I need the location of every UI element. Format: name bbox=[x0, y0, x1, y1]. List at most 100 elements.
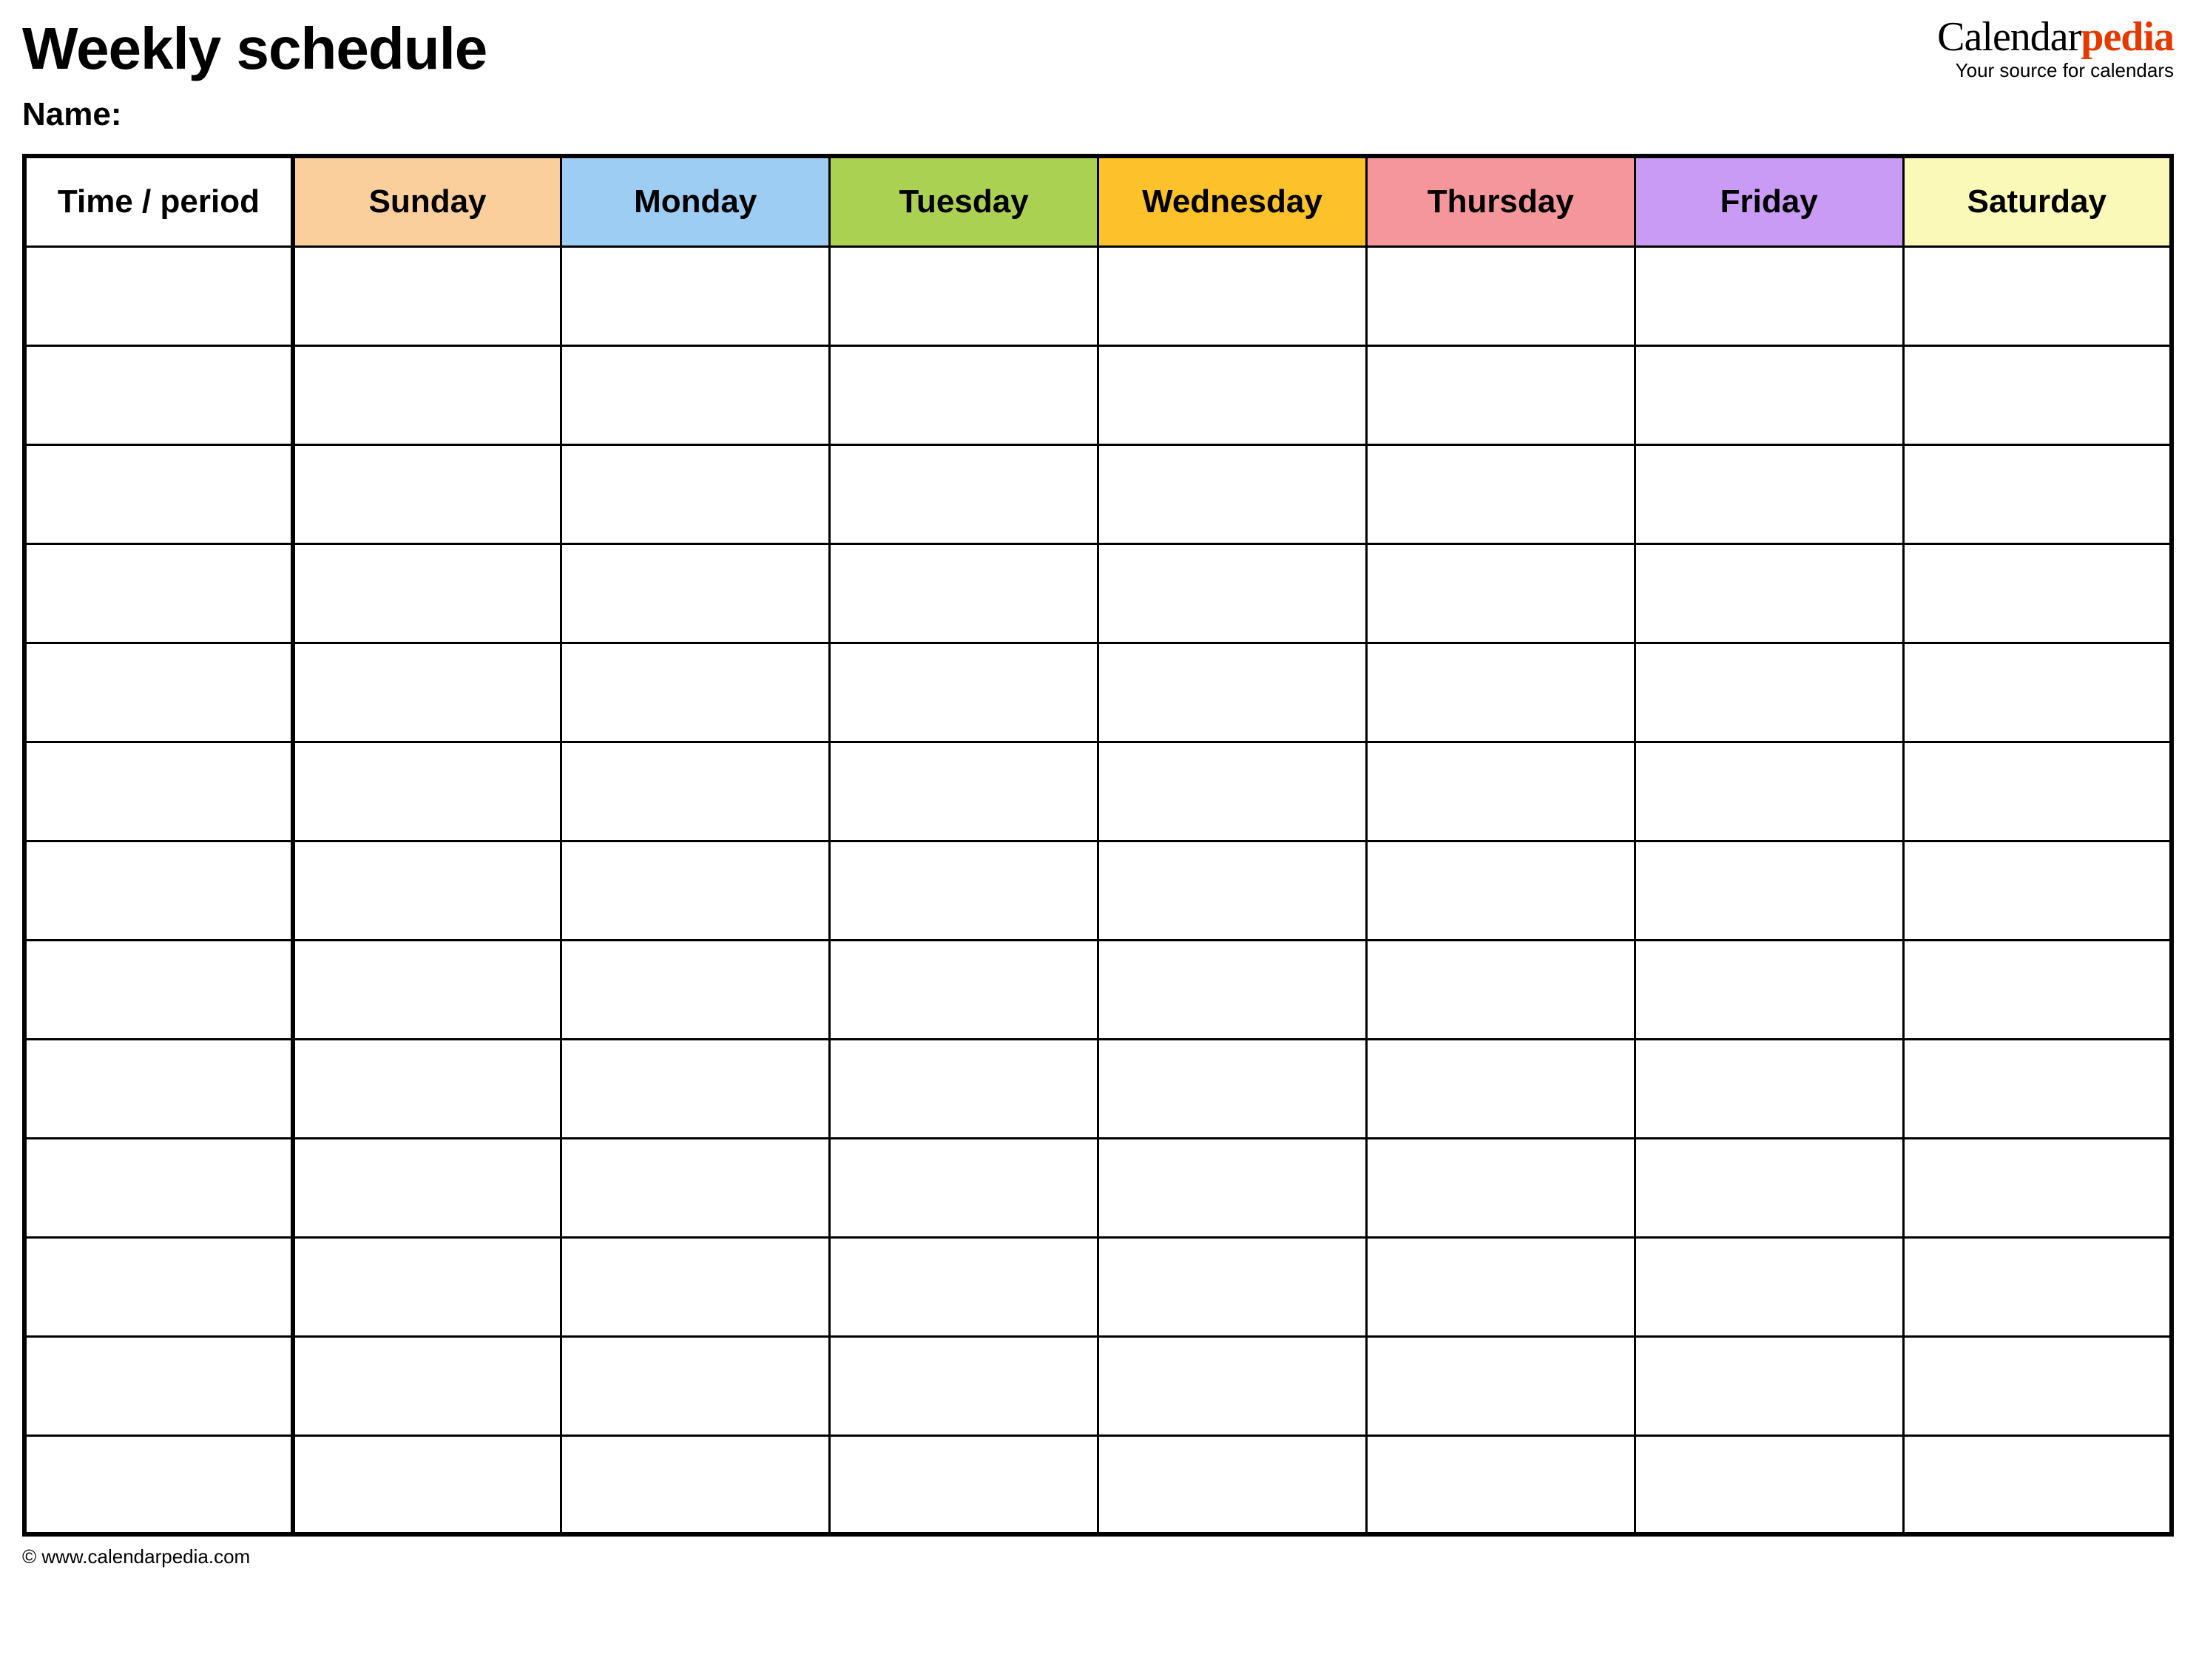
schedule-cell bbox=[293, 1435, 561, 1534]
schedule-cell bbox=[830, 543, 1098, 643]
schedule-cell bbox=[1635, 444, 1903, 543]
schedule-cell bbox=[561, 1237, 830, 1336]
schedule-cell bbox=[561, 444, 830, 543]
schedule-cell bbox=[1366, 742, 1635, 841]
schedule-cell bbox=[561, 940, 830, 1039]
name-label: Name: bbox=[22, 96, 487, 133]
brand-part2: pedia bbox=[2081, 14, 2174, 60]
schedule-cell bbox=[830, 841, 1098, 940]
day-header-friday: Friday bbox=[1635, 156, 1903, 246]
schedule-cell bbox=[1903, 742, 2172, 841]
schedule-cell bbox=[561, 643, 830, 742]
table-head: Time / periodSundayMondayTuesdayWednesda… bbox=[24, 156, 2172, 246]
schedule-cell bbox=[1635, 940, 1903, 1039]
schedule-cell bbox=[1098, 940, 1367, 1039]
day-header-wednesday: Wednesday bbox=[1098, 156, 1367, 246]
schedule-cell bbox=[1098, 643, 1367, 742]
time-cell bbox=[24, 345, 293, 444]
header-row: Time / periodSundayMondayTuesdayWednesda… bbox=[24, 156, 2172, 246]
time-cell bbox=[24, 1138, 293, 1237]
schedule-row bbox=[24, 1039, 2172, 1138]
schedule-cell bbox=[1903, 940, 2172, 1039]
schedule-table: Time / periodSundayMondayTuesdayWednesda… bbox=[22, 154, 2174, 1537]
header: Weekly schedule Name: Calendarpedia Your… bbox=[22, 15, 2174, 133]
time-cell bbox=[24, 1237, 293, 1336]
schedule-cell bbox=[1903, 246, 2172, 345]
schedule-cell bbox=[1098, 1039, 1367, 1138]
footer-copyright: © www.calendarpedia.com bbox=[22, 1545, 2174, 1568]
schedule-cell bbox=[1635, 345, 1903, 444]
schedule-cell bbox=[293, 940, 561, 1039]
page-title: Weekly schedule bbox=[22, 15, 487, 83]
schedule-row bbox=[24, 345, 2172, 444]
schedule-cell bbox=[561, 345, 830, 444]
schedule-cell bbox=[1098, 742, 1367, 841]
schedule-cell bbox=[1903, 1336, 2172, 1435]
schedule-cell bbox=[1366, 345, 1635, 444]
brand-part1: Calendar bbox=[1937, 14, 2081, 60]
day-header-sunday: Sunday bbox=[293, 156, 561, 246]
time-cell bbox=[24, 940, 293, 1039]
schedule-cell bbox=[1366, 841, 1635, 940]
schedule-cell bbox=[293, 742, 561, 841]
schedule-cell bbox=[293, 345, 561, 444]
schedule-cell bbox=[1366, 1435, 1635, 1534]
schedule-cell bbox=[1903, 1435, 2172, 1534]
time-cell bbox=[24, 444, 293, 543]
schedule-cell bbox=[1903, 345, 2172, 444]
schedule-row bbox=[24, 1336, 2172, 1435]
schedule-cell bbox=[830, 940, 1098, 1039]
schedule-row bbox=[24, 841, 2172, 940]
schedule-cell bbox=[1366, 246, 1635, 345]
time-cell bbox=[24, 742, 293, 841]
schedule-cell bbox=[1098, 1138, 1367, 1237]
schedule-row bbox=[24, 444, 2172, 543]
schedule-cell bbox=[1903, 1138, 2172, 1237]
schedule-cell bbox=[830, 1039, 1098, 1138]
schedule-cell bbox=[293, 841, 561, 940]
schedule-cell bbox=[561, 841, 830, 940]
schedule-cell bbox=[293, 1336, 561, 1435]
day-header-tuesday: Tuesday bbox=[830, 156, 1098, 246]
time-cell bbox=[24, 841, 293, 940]
schedule-cell bbox=[1903, 1237, 2172, 1336]
schedule-cell bbox=[561, 1138, 830, 1237]
schedule-cell bbox=[1098, 246, 1367, 345]
schedule-row bbox=[24, 543, 2172, 643]
schedule-row bbox=[24, 1237, 2172, 1336]
schedule-row bbox=[24, 1138, 2172, 1237]
schedule-cell bbox=[830, 444, 1098, 543]
schedule-row bbox=[24, 1435, 2172, 1534]
schedule-cell bbox=[830, 1336, 1098, 1435]
schedule-cell bbox=[1635, 1336, 1903, 1435]
schedule-cell bbox=[1635, 643, 1903, 742]
day-header-monday: Monday bbox=[561, 156, 830, 246]
schedule-cell bbox=[561, 543, 830, 643]
brand-block: Calendarpedia Your source for calendars bbox=[1937, 15, 2174, 82]
schedule-cell bbox=[1098, 444, 1367, 543]
schedule-cell bbox=[293, 1138, 561, 1237]
time-cell bbox=[24, 643, 293, 742]
schedule-cell bbox=[1903, 1039, 2172, 1138]
schedule-cell bbox=[561, 1336, 830, 1435]
schedule-cell bbox=[1903, 841, 2172, 940]
time-period-header: Time / period bbox=[24, 156, 293, 246]
schedule-cell bbox=[293, 643, 561, 742]
schedule-cell bbox=[1903, 543, 2172, 643]
schedule-cell bbox=[1635, 1237, 1903, 1336]
schedule-cell bbox=[1635, 742, 1903, 841]
schedule-cell bbox=[1098, 543, 1367, 643]
table-body bbox=[24, 246, 2172, 1534]
schedule-cell bbox=[293, 543, 561, 643]
schedule-cell bbox=[1366, 1237, 1635, 1336]
schedule-cell bbox=[1635, 1435, 1903, 1534]
schedule-cell bbox=[830, 246, 1098, 345]
schedule-cell bbox=[830, 742, 1098, 841]
schedule-cell bbox=[561, 246, 830, 345]
schedule-cell bbox=[293, 246, 561, 345]
schedule-cell bbox=[830, 345, 1098, 444]
day-header-thursday: Thursday bbox=[1366, 156, 1635, 246]
schedule-cell bbox=[1366, 1138, 1635, 1237]
schedule-cell bbox=[1903, 444, 2172, 543]
time-cell bbox=[24, 1435, 293, 1534]
